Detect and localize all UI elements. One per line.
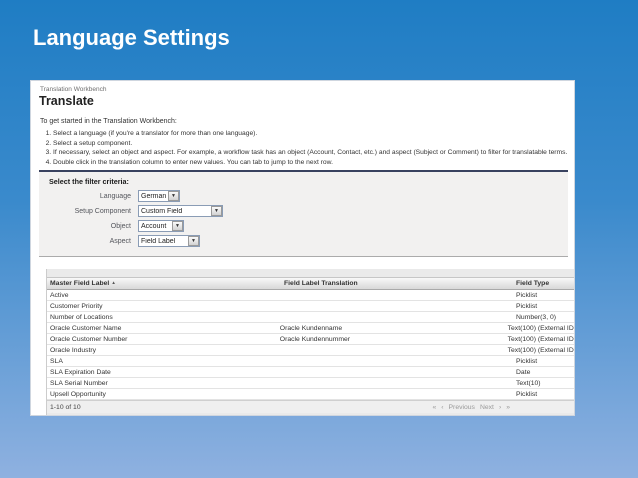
table-row: Active Picklist [47, 290, 574, 301]
master-field-label-cell: Oracle Customer Name [50, 324, 122, 332]
field-type-cell: Text(10) [516, 379, 541, 387]
master-field-label-cell: Upsell Opportunity [50, 390, 106, 398]
translation-cell[interactable]: Oracle Kundennummer [280, 336, 508, 343]
chevron-down-icon[interactable]: ▼ [188, 236, 199, 246]
filter-row-aspect: Aspect Field Label ▼ [49, 235, 568, 247]
record-range: 1-10 of 10 [50, 403, 81, 411]
table-header-row: Master Field Label ▲ Field Label Translat… [47, 277, 574, 290]
field-type-cell: Picklist [516, 357, 538, 365]
object-select[interactable]: Account ▼ [138, 220, 184, 232]
table-row: Oracle Industry Text(100) (External ID) [47, 345, 575, 356]
object-select-value: Account [141, 222, 167, 230]
filter-legend: Select the filter criteria: [49, 177, 129, 186]
setup-component-select-value: Custom Field [141, 207, 183, 215]
field-type-cell: Number(3, 0) [516, 313, 557, 321]
master-field-label-cell: Customer Priority [50, 302, 103, 310]
previous-page-icon[interactable]: ‹ [441, 404, 443, 411]
column-header-field-type[interactable]: Field Type [516, 280, 574, 287]
filter-row-setup-component: Setup Component Custom Field ▼ [49, 205, 568, 217]
master-field-label-cell: SLA [50, 357, 63, 365]
master-field-label-cell: Number of Locations [50, 313, 113, 321]
aspect-label: Aspect [109, 237, 131, 245]
instruction-step: If necessary, select an object and aspec… [53, 149, 567, 156]
table-row: Customer Priority Picklist [47, 301, 574, 312]
next-page-icon[interactable]: › [499, 404, 501, 411]
master-field-label-cell: Active [50, 291, 69, 299]
sort-ascending-icon: ▲ [111, 280, 116, 285]
translation-table: Master Field Label ▲ Field Label Translat… [46, 269, 575, 415]
column-header-master-field-label[interactable]: Master Field Label ▲ [47, 280, 284, 287]
table-row: Upsell Opportunity Picklist [47, 389, 574, 400]
field-type-cell: Picklist [516, 302, 538, 310]
field-type-cell: Picklist [516, 291, 538, 299]
aspect-select-value: Field Label [141, 237, 176, 245]
first-page-icon[interactable]: « [432, 404, 436, 411]
pagination: « ‹ Previous Next › » [432, 404, 574, 411]
table-row: Number of Locations Number(3, 0) [47, 312, 574, 323]
table-row: SLA Serial Number Text(10) [47, 378, 574, 389]
language-select[interactable]: German ▼ [138, 190, 180, 202]
setup-component-select[interactable]: Custom Field ▼ [138, 205, 223, 217]
master-field-label-cell: SLA Serial Number [50, 379, 108, 387]
language-label: Language [99, 192, 131, 200]
table-body: Active Picklist Customer Priority Picklist N… [47, 290, 575, 400]
translation-cell[interactable]: Oracle Kundenname [280, 325, 508, 332]
setup-component-label: Setup Component [74, 207, 131, 215]
chevron-down-icon[interactable]: ▼ [172, 221, 183, 231]
master-field-label-cell: SLA Expiration Date [50, 368, 111, 376]
chevron-down-icon[interactable]: ▼ [211, 206, 222, 216]
language-select-value: German [141, 192, 166, 200]
instruction-step: Select a setup component. [53, 140, 567, 147]
column-header-field-label-translation[interactable]: Field Label Translation [284, 280, 516, 287]
next-link[interactable]: Next [480, 404, 494, 411]
field-type-cell: Date [516, 368, 531, 376]
filter-criteria-section: Select the filter criteria: Language Ger… [39, 172, 568, 257]
column-header-label: Master Field Label [50, 280, 110, 287]
filter-row-object: Object Account ▼ [49, 220, 568, 232]
chevron-down-icon[interactable]: ▼ [168, 191, 179, 201]
instruction-step: Select a language (if you're a translato… [53, 130, 567, 137]
intro-text: To get started in the Translation Workbe… [40, 118, 177, 125]
table-row: SLA Picklist [47, 356, 574, 367]
object-label: Object [110, 222, 131, 230]
page-title: Translate [39, 94, 94, 108]
table-footer: 1-10 of 10 « ‹ Previous Next › » [47, 400, 574, 413]
slide-title: Language Settings [33, 25, 230, 50]
previous-link[interactable]: Previous [449, 404, 475, 411]
table-row: Oracle Customer Name Oracle Kundenname Tex… [47, 323, 575, 334]
instruction-step: Double click in the translation column t… [53, 159, 567, 166]
breadcrumb: Translation Workbench [40, 86, 107, 93]
master-field-label-cell: Oracle Customer Number [50, 335, 128, 343]
instruction-list: Select a language (if you're a translato… [40, 130, 567, 168]
aspect-select[interactable]: Field Label ▼ [138, 235, 200, 247]
field-type-cell: Text(100) (External ID) [507, 324, 575, 332]
translation-workbench-window: Translation Workbench Translate To get s… [30, 80, 575, 416]
master-field-label-cell: Oracle Industry [50, 346, 97, 354]
last-page-icon[interactable]: » [506, 404, 510, 411]
field-type-cell: Text(100) (External ID) [507, 335, 575, 343]
field-type-cell: Text(100) (External ID) [507, 346, 575, 354]
field-type-cell: Picklist [516, 390, 538, 398]
table-row: Oracle Customer Number Oracle Kundennumme… [47, 334, 575, 345]
table-row: SLA Expiration Date Date [47, 367, 574, 378]
filter-row-language: Language German ▼ [49, 190, 568, 202]
